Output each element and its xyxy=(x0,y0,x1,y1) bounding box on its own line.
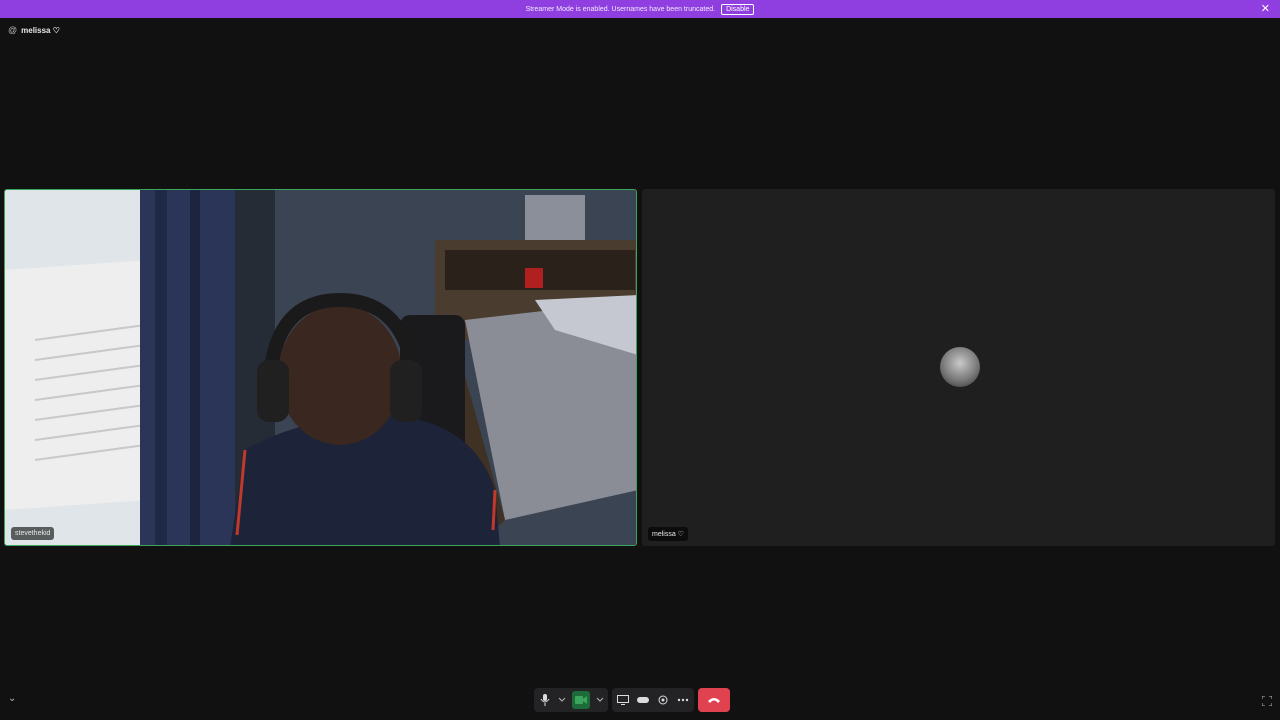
at-icon: @ xyxy=(8,25,18,35)
mic-options-chevron-icon[interactable] xyxy=(558,693,566,707)
disable-streamer-mode-button[interactable]: Disable xyxy=(721,3,755,15)
soundboard-icon[interactable] xyxy=(656,693,670,707)
fullscreen-icon[interactable] xyxy=(1261,693,1273,711)
av-controls-group xyxy=(534,688,608,712)
call-controls xyxy=(534,688,730,712)
participant-name-tag: melissa ♡ xyxy=(648,527,688,541)
activities-group xyxy=(612,688,694,712)
participant-name-tag: stevethekid xyxy=(11,527,55,540)
webcam-video xyxy=(5,190,636,545)
camera-icon[interactable] xyxy=(572,691,590,709)
video-tile-stevethekid[interactable]: stevethekid xyxy=(4,189,637,546)
streamer-mode-banner: Streamer Mode is enabled. Usernames have… xyxy=(0,0,1280,18)
more-icon[interactable] xyxy=(676,693,690,707)
banner-message: Streamer Mode is enabled. Usernames have… xyxy=(525,5,716,13)
phone-hangup-icon xyxy=(708,698,720,703)
chevron-down-icon[interactable]: ⌄ xyxy=(8,693,16,704)
channel-name: melissa ♡ xyxy=(21,25,60,35)
camera-options-chevron-icon[interactable] xyxy=(596,693,604,707)
microphone-icon[interactable] xyxy=(538,693,552,707)
disconnect-button[interactable] xyxy=(698,688,730,712)
avatar xyxy=(940,347,980,387)
channel-header: @ melissa ♡ xyxy=(8,25,60,35)
gamepad-icon[interactable] xyxy=(636,693,650,707)
screen-share-icon[interactable] xyxy=(616,693,630,707)
close-icon[interactable]: ✕ xyxy=(1261,2,1270,15)
